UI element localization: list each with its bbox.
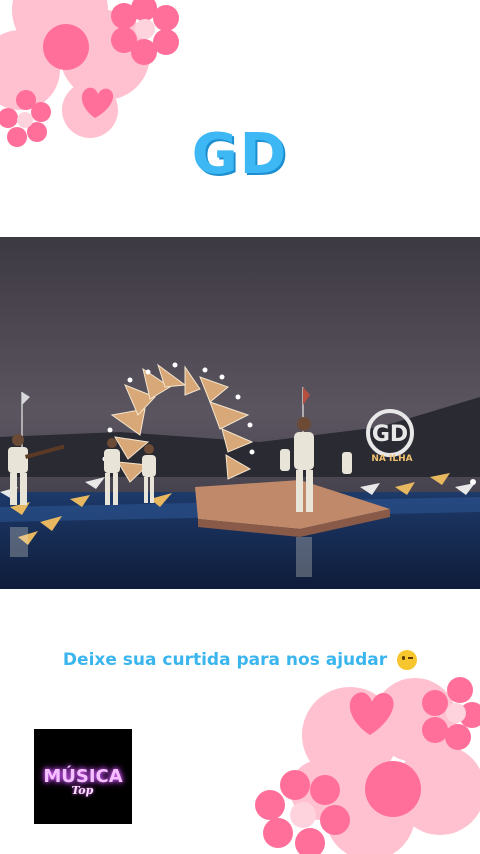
concert-stage-image: GD NA ILHA [0,237,480,589]
musica-top-logo: MÚSICA Top [34,729,132,824]
page: { "title": "GD", "caption": "Deixe sua c… [0,0,480,854]
stage-sign-subtext: NA ILHA [371,454,412,464]
page-title: GD [191,122,289,187]
stage-sign-text: GD [372,422,408,447]
flower-decoration-bottom [255,677,480,854]
logo-sub-text: Top [71,784,94,797]
video-frame[interactable]: GD NA ILHA [0,237,480,589]
